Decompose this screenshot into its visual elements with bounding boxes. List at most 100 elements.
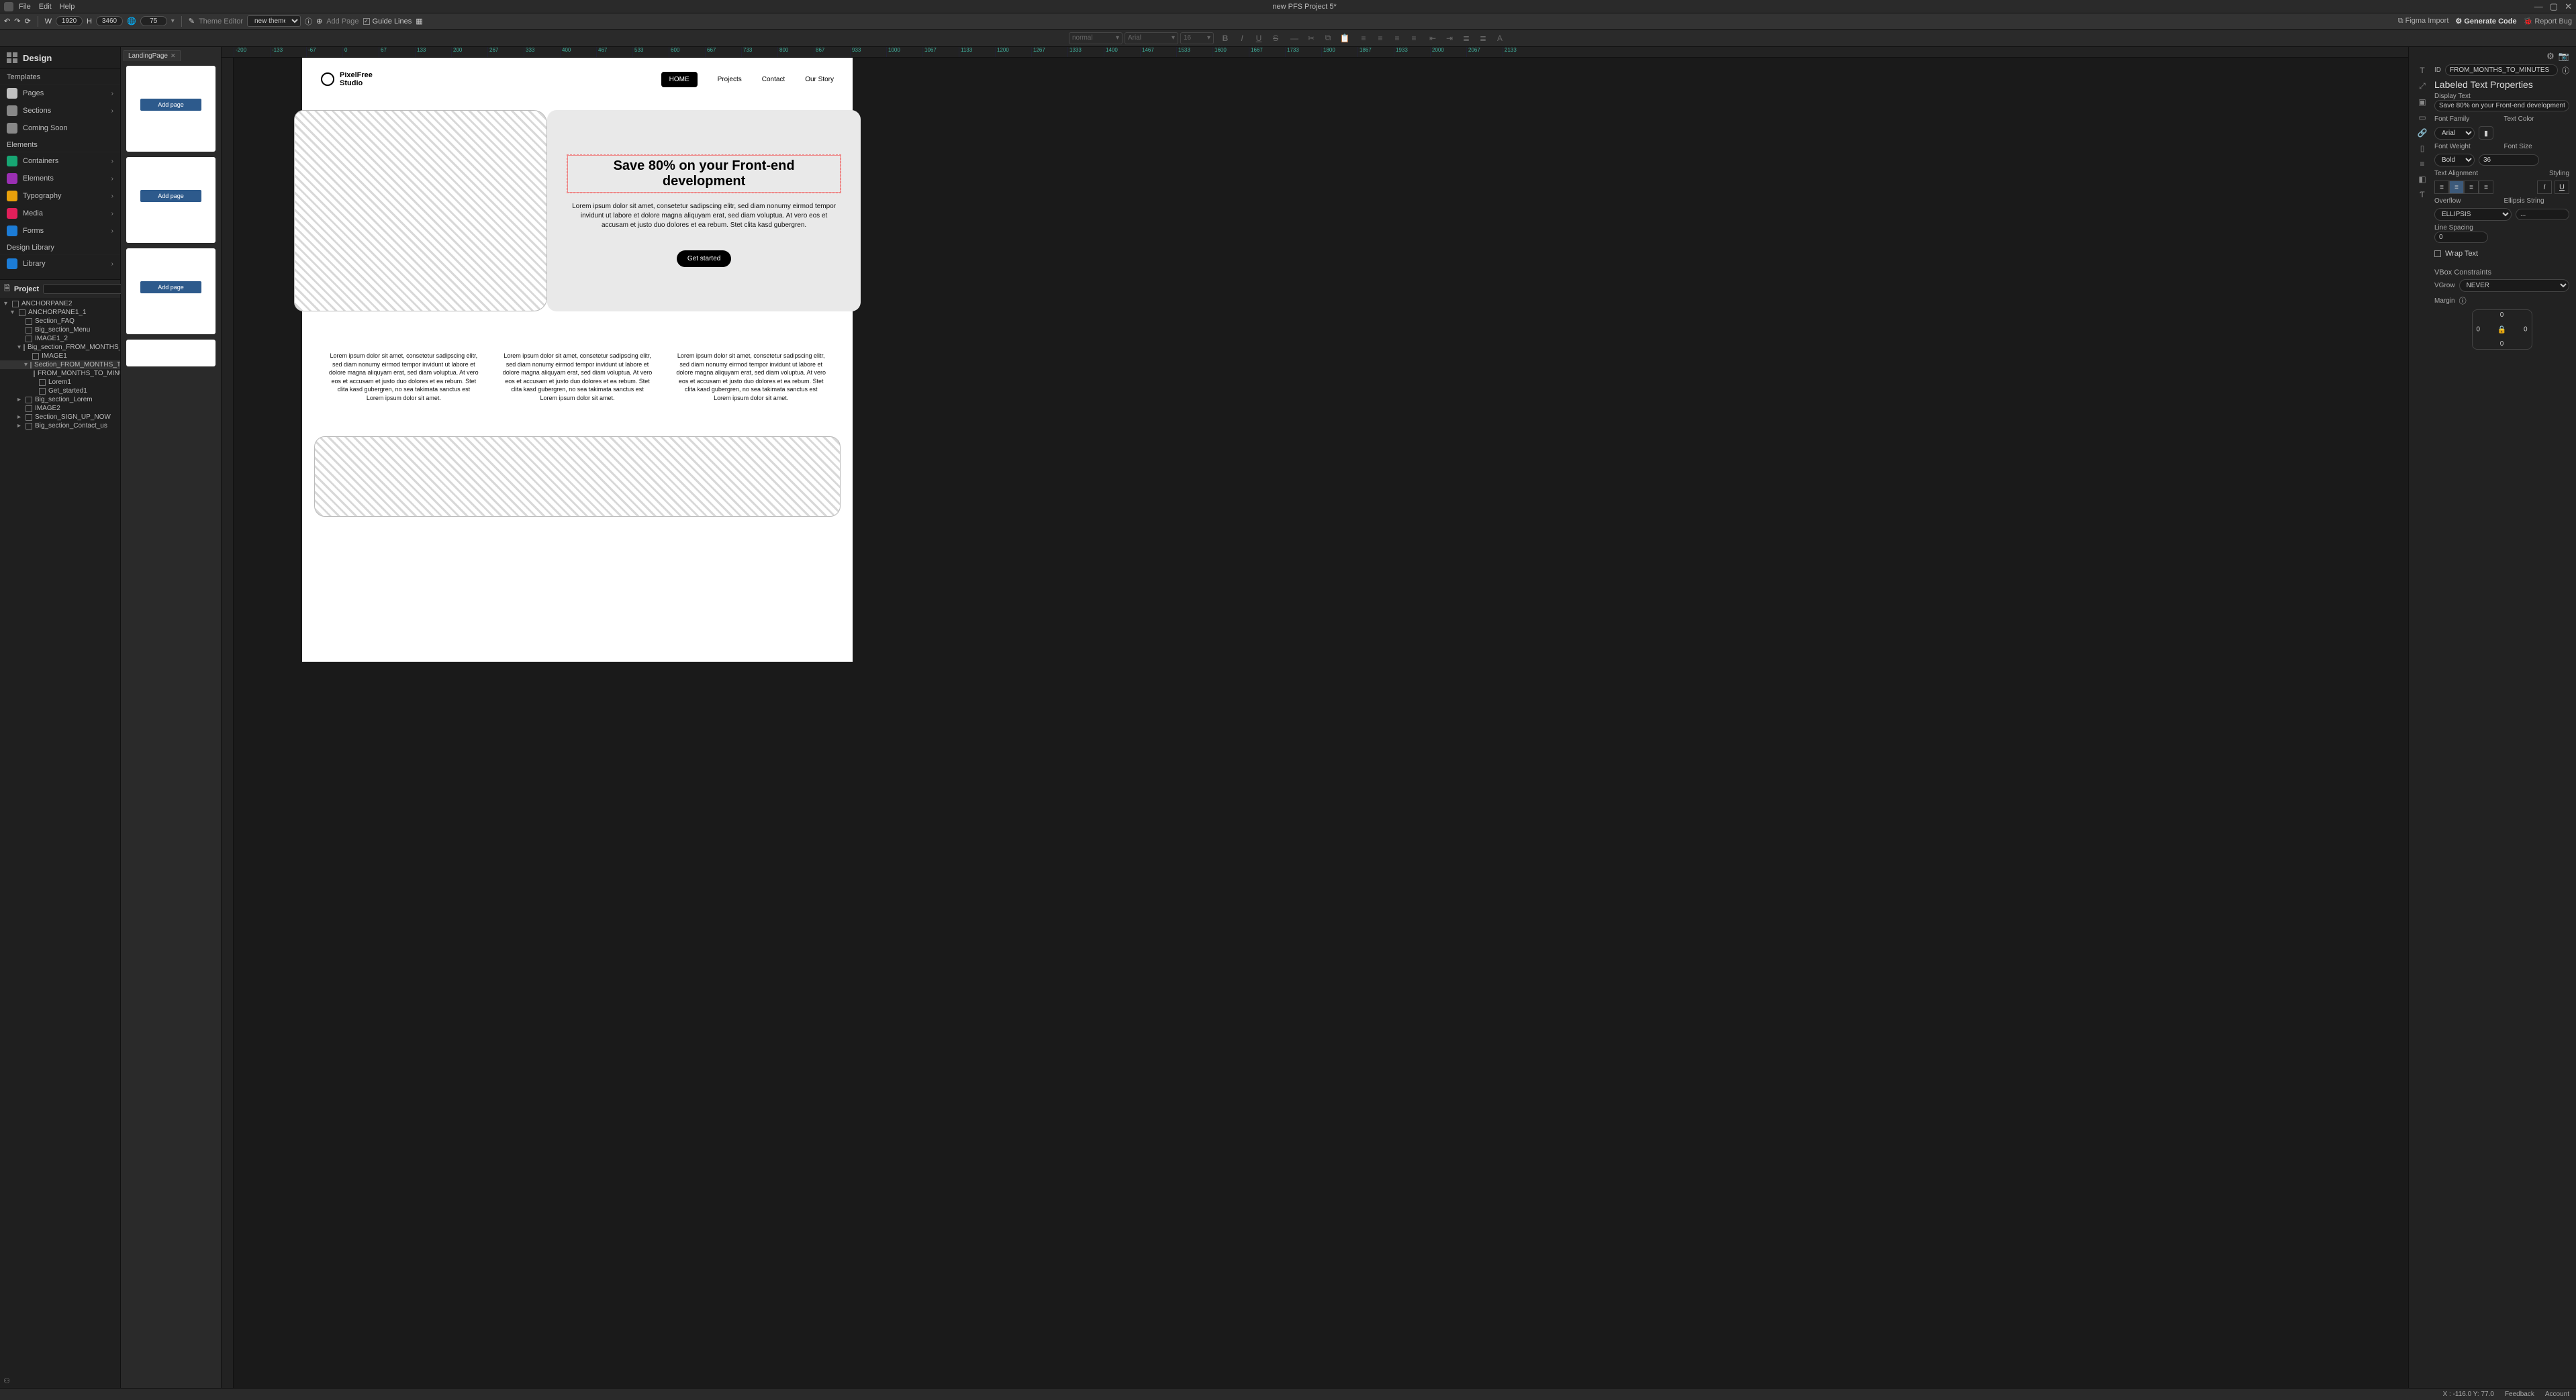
sidebar-item-elements[interactable]: Elements› xyxy=(0,170,120,187)
text-tool-icon[interactable]: T xyxy=(2420,66,2424,75)
page-thumbnail[interactable] xyxy=(126,340,216,366)
page-thumbnail[interactable]: Add page xyxy=(126,248,216,334)
theme-select[interactable]: new theme xyxy=(247,15,301,27)
zoom-chevron-icon[interactable]: ▾ xyxy=(171,17,175,25)
align-center-button[interactable]: ≡ xyxy=(2449,181,2464,194)
minus-icon[interactable]: — xyxy=(1287,32,1302,45)
tree-row[interactable]: ▸Big_section_Contact_us xyxy=(0,421,120,430)
menu-file[interactable]: File xyxy=(19,3,31,11)
italic-button[interactable]: I xyxy=(2537,181,2552,194)
tree-row[interactable]: ▸Big_section_Lorem xyxy=(0,395,120,404)
figma-import-button[interactable]: ⧉ Figma Import xyxy=(2398,17,2449,26)
layer-icon[interactable]: ▣ xyxy=(2418,97,2426,107)
layers-icon[interactable]: ◧ xyxy=(2418,174,2426,184)
sidebar-item-media[interactable]: Media› xyxy=(0,205,120,222)
page-canvas[interactable]: PixelFreeStudio HOME Projects Contact Ou… xyxy=(302,58,853,662)
canvas-viewport[interactable]: PixelFreeStudio HOME Projects Contact Ou… xyxy=(222,58,2408,1388)
align-right-button[interactable]: ≡ xyxy=(2464,181,2479,194)
list-ul-icon[interactable]: ≣ xyxy=(1476,32,1490,45)
grid-icon[interactable]: ▦ xyxy=(416,17,422,26)
copy-icon[interactable]: ⧉ xyxy=(1321,32,1335,45)
hero-text-section[interactable]: Save 80% on your Front-end development L… xyxy=(547,110,861,311)
globe-icon[interactable]: 🌐 xyxy=(127,17,136,26)
tree-row[interactable]: ▾Big_section_FROM_MONTHS_TO_M xyxy=(0,343,120,352)
expand-icon[interactable]: ⤢ xyxy=(2419,81,2426,91)
bold-icon[interactable]: B xyxy=(1218,32,1233,45)
sidebar-item-forms[interactable]: Forms› xyxy=(0,222,120,240)
screen-icon[interactable]: ▭ xyxy=(2418,113,2426,122)
camera-icon[interactable]: 📷 xyxy=(2559,51,2569,62)
id-input[interactable] xyxy=(2445,64,2558,76)
add-page-overlay[interactable]: Add page xyxy=(140,99,201,111)
nav-home[interactable]: HOME xyxy=(661,72,698,87)
sidebar-item-sections[interactable]: Sections› xyxy=(0,102,120,119)
sidebar-item-pages[interactable]: Pages› xyxy=(0,85,120,102)
undo-icon[interactable]: ↶ xyxy=(4,17,10,26)
clear-icon[interactable]: A xyxy=(1492,32,1507,45)
align-tool-icon[interactable]: ≡ xyxy=(2420,159,2424,168)
project-tree[interactable]: ▾ANCHORPANE2▾ANCHORPANE1_1Section_FAQBig… xyxy=(0,298,120,1374)
tree-row[interactable]: ▾ANCHORPANE1_1 xyxy=(0,308,120,317)
font-size-input[interactable] xyxy=(2479,154,2539,166)
nav-contact[interactable]: Contact xyxy=(762,76,785,83)
underline-icon[interactable]: U xyxy=(1251,32,1266,45)
refresh-icon[interactable]: ⟳ xyxy=(24,17,30,26)
margin-bottom-input[interactable]: 0 xyxy=(2500,340,2504,348)
hierarchy-icon[interactable]: ⚇ xyxy=(0,1374,13,1388)
align-right-icon[interactable]: ≡ xyxy=(1390,32,1404,45)
responsive-icon[interactable]: ▯ xyxy=(2420,144,2425,153)
column-text[interactable]: Lorem ipsum dolor sit amet, consetetur s… xyxy=(329,352,479,403)
tree-row[interactable]: ▾Section_FROM_MONTHS_TO_MI xyxy=(0,360,120,369)
menu-help[interactable]: Help xyxy=(60,3,75,11)
tree-row[interactable]: Section_FAQ xyxy=(0,317,120,326)
margin-box[interactable]: 0 0 0 0 🔒 xyxy=(2472,309,2532,350)
status-feedback[interactable]: Feedback xyxy=(2505,1391,2534,1398)
tree-row[interactable]: IMAGE1 xyxy=(0,352,120,360)
page-thumbnail[interactable]: Add page xyxy=(126,66,216,152)
tree-row[interactable]: Lorem1 xyxy=(0,378,120,387)
margin-lock-icon[interactable]: 🔒 xyxy=(2497,326,2507,334)
typography-icon[interactable]: Ƭ xyxy=(2420,190,2424,199)
underline-button[interactable]: U xyxy=(2555,181,2569,194)
close-icon[interactable]: ✕ xyxy=(2565,1,2572,12)
sidebar-item-library[interactable]: Library› xyxy=(0,255,120,272)
sidebar-item-coming-soon[interactable]: Coming Soon xyxy=(0,119,120,137)
hero-image-placeholder[interactable] xyxy=(294,110,547,311)
image-placeholder[interactable] xyxy=(314,436,841,517)
tree-row[interactable]: FROM_MONTHS_TO_MINUTES xyxy=(0,369,120,378)
cut-icon[interactable]: ✂ xyxy=(1304,32,1319,45)
margin-right-input[interactable]: 0 xyxy=(2524,326,2528,334)
design-mode-header[interactable]: Design xyxy=(0,47,120,69)
column-text[interactable]: Lorem ipsum dolor sit amet, consetetur s… xyxy=(503,352,653,403)
margin-top-input[interactable]: 0 xyxy=(2500,311,2504,319)
zoom-input[interactable] xyxy=(140,16,167,26)
page-thumbnail[interactable]: Add page xyxy=(126,157,216,243)
tree-row[interactable]: IMAGE1_2 xyxy=(0,334,120,343)
add-page-overlay[interactable]: Add page xyxy=(140,281,201,293)
size-combo[interactable]: 16▾ xyxy=(1180,32,1214,44)
nav-our-story[interactable]: Our Story xyxy=(805,76,834,83)
tab-landingpage[interactable]: LandingPage ✕ xyxy=(124,50,181,61)
tree-row[interactable]: IMAGE2 xyxy=(0,404,120,413)
vgrow-select[interactable]: NEVER xyxy=(2459,279,2569,292)
tree-row[interactable]: Get_started1 xyxy=(0,387,120,395)
status-account[interactable]: Account xyxy=(2545,1391,2569,1398)
sidebar-item-typography[interactable]: Typography› xyxy=(0,187,120,205)
theme-edit-icon[interactable]: ✎ xyxy=(189,17,195,26)
redo-icon[interactable]: ↷ xyxy=(14,17,20,26)
align-left-icon[interactable]: ≡ xyxy=(1356,32,1371,45)
add-page-overlay[interactable]: Add page xyxy=(140,190,201,202)
tab-close-icon[interactable]: ✕ xyxy=(171,52,176,60)
display-text-input[interactable] xyxy=(2434,100,2569,111)
text-color-swatch[interactable]: ▮ xyxy=(2479,126,2493,140)
align-left-button[interactable]: ≡ xyxy=(2434,181,2449,194)
menu-edit[interactable]: Edit xyxy=(39,3,52,11)
link-icon[interactable]: 🔗 xyxy=(2418,128,2428,138)
info-icon[interactable]: ⓘ xyxy=(2562,65,2569,76)
width-input[interactable] xyxy=(56,16,83,26)
align-justify-icon[interactable]: ≡ xyxy=(1406,32,1421,45)
indent-dec-icon[interactable]: ⇤ xyxy=(1425,32,1440,45)
gear-icon[interactable]: ⚙ xyxy=(2546,51,2555,62)
style-combo[interactable]: normal▾ xyxy=(1069,32,1123,44)
font-family-select[interactable]: Arial xyxy=(2434,127,2475,140)
